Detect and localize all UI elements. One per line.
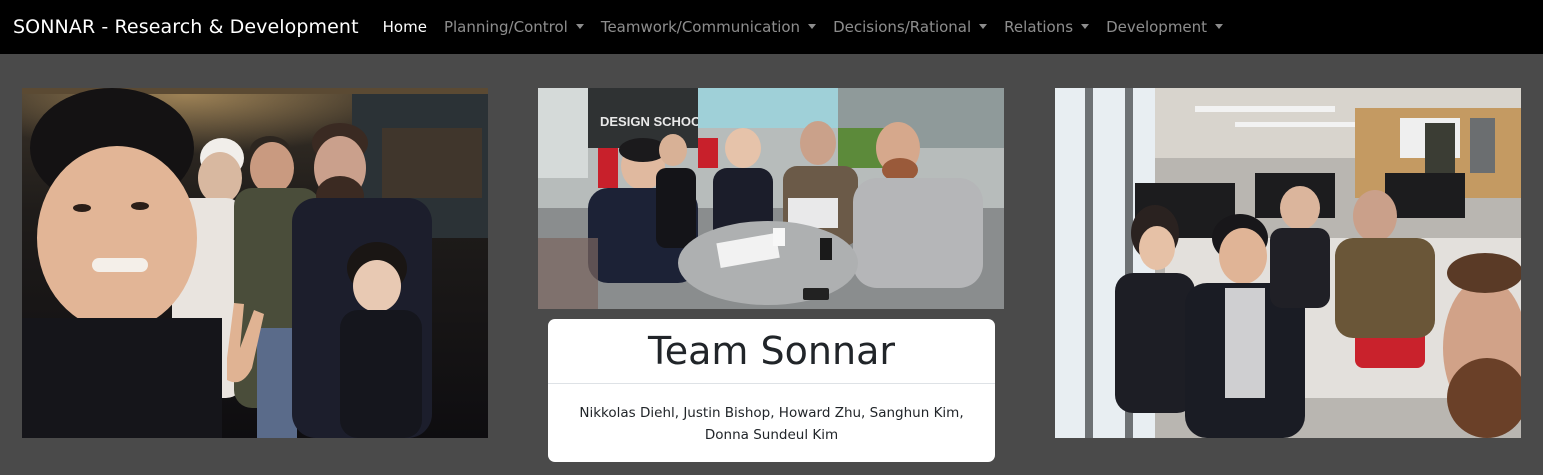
nav-item-relations[interactable]: Relations [1004,18,1090,36]
team-card: Team Sonnar Nikkolas Diehl, Justin Bisho… [548,319,995,462]
dropdown-caret-icon [1081,23,1090,29]
nav-item-home[interactable]: Home [383,18,427,36]
nav-item-planning-control-label: Planning/Control [443,18,568,36]
dropdown-caret-icon [808,23,817,29]
team-title: Team Sonnar [548,319,995,384]
team-members: Nikkolas Diehl, Justin Bishop, Howard Zh… [579,405,964,443]
design-school-sign-text: DESIGN SCHOOL [600,114,709,129]
dropdown-caret-icon [979,23,988,29]
dropdown-caret-icon [575,23,584,29]
team-photo-design-school: DESIGN SCHOOL [538,88,1004,309]
team-photo-computer-lab [1055,88,1521,438]
nav-item-development[interactable]: Development [1106,18,1224,36]
team-photo-night-selfie [22,88,488,438]
nav-item-decisions-rational-label: Decisions/Rational [833,18,972,36]
nav-item-relations-label: Relations [1004,18,1074,36]
nav-item-teamwork-communication-label: Teamwork/Communication [600,18,801,36]
nav-item-teamwork-communication[interactable]: Teamwork/Communication [600,18,817,36]
dropdown-caret-icon [1215,23,1224,29]
top-navbar: SONNAR - Research & Development Home Pla… [0,0,1543,54]
nav-item-planning-control[interactable]: Planning/Control [444,18,584,36]
nav-item-decisions-rational[interactable]: Decisions/Rational [833,18,988,36]
navbar-brand[interactable]: SONNAR - Research & Development [13,16,359,38]
nav-item-home-label: Home [382,18,427,36]
nav-item-development-label: Development [1106,18,1208,36]
